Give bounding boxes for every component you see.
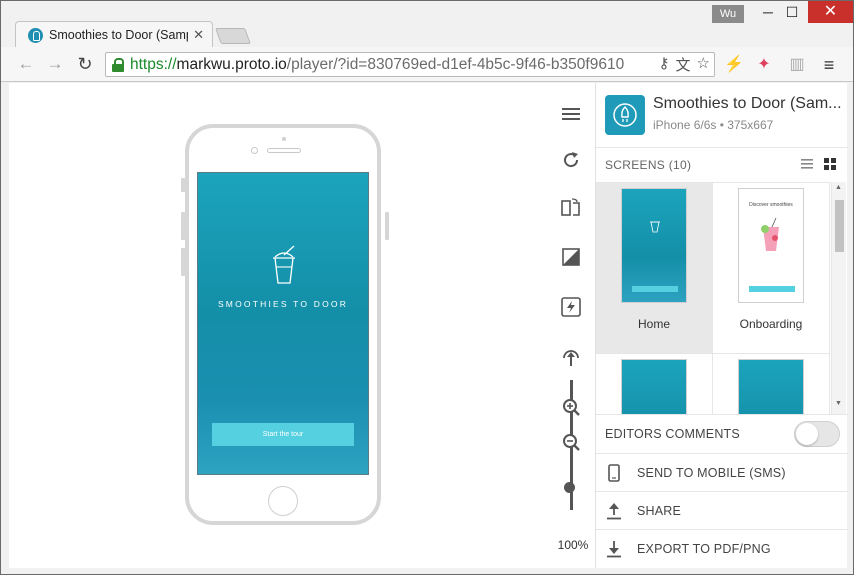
toggle-knob	[796, 423, 818, 445]
phone-mute-switch	[181, 178, 185, 192]
bookmark-star-icon[interactable]: ☆	[697, 54, 710, 75]
phone-screen[interactable]: SMOOTHIES TO DOOR Start the tour	[197, 172, 369, 475]
export-button[interactable]: EXPORT TO PDF/PNG	[596, 529, 848, 567]
screen-card-onboarding[interactable]: Discover smoothies Onboarding	[713, 183, 830, 354]
tab-title: Smoothies to Door (Samp	[49, 28, 189, 42]
phone-home-button[interactable]	[268, 486, 298, 516]
url-path: /player/?id=830769ed-d1ef-4b5c-9f46-b350…	[286, 55, 625, 73]
lock-icon	[112, 57, 124, 72]
project-panel: Smoothies to Door (Sam... iPhone 6/6s • …	[595, 83, 848, 568]
rotate-device-icon[interactable]	[557, 193, 585, 221]
omnibox-icons: ⚷ 文 ☆	[659, 54, 710, 75]
mobile-phone-icon	[605, 463, 623, 482]
screens-count-label: SCREENS (10)	[605, 158, 692, 172]
new-tab-button[interactable]	[215, 28, 251, 44]
screen-thumbnail: Discover smoothies	[738, 188, 804, 303]
scrollbar-thumb[interactable]	[835, 200, 844, 252]
browser-menu-icon[interactable]: ≡	[819, 55, 839, 75]
grid-view-icon[interactable]	[824, 158, 836, 170]
project-title: Smoothies to Door (Sam...	[653, 95, 842, 112]
app-brand-name: SMOOTHIES TO DOOR	[217, 299, 349, 309]
screen-thumbnail	[621, 359, 687, 414]
tab-strip: Smoothies to Door (Samp ✕ Wu ─ ☐ ✕	[1, 1, 853, 48]
phone-speaker	[267, 148, 301, 153]
tab-close-icon[interactable]: ✕	[193, 27, 204, 43]
iphone-frame: SMOOTHIES TO DOOR Start the tour	[181, 124, 389, 525]
phone-volume-up	[181, 212, 185, 240]
device-info: iPhone 6/6s • 375x667	[653, 118, 774, 132]
back-button[interactable]: ←	[15, 53, 37, 75]
preview-area: SMOOTHIES TO DOOR Start the tour	[9, 83, 595, 568]
rocket-logo-icon	[605, 95, 645, 135]
screen-thumbnail	[621, 188, 687, 303]
send-to-mobile-button[interactable]: SEND TO MOBILE (SMS)	[596, 453, 848, 491]
project-header: Smoothies to Door (Sam... iPhone 6/6s • …	[596, 83, 848, 148]
scroll-down-arrow-icon[interactable]: ▼	[835, 400, 842, 407]
browser-tab[interactable]: Smoothies to Door (Samp ✕	[15, 21, 213, 48]
screen-thumbnail	[738, 359, 804, 414]
zoom-slider-handle[interactable]	[564, 482, 575, 493]
screens-scrollbar[interactable]: ▲ ▼	[831, 182, 846, 414]
close-window-button[interactable]: ✕	[808, 1, 853, 23]
thumb-caption: Discover smoothies	[749, 202, 793, 208]
browser-toolbar: ← → ↻ https://markwu.proto.io/player/?id…	[1, 47, 853, 82]
zoom-in-icon[interactable]	[557, 393, 585, 421]
editors-comments-row: EDITORS COMMENTS	[596, 414, 848, 452]
export-label: EXPORT TO PDF/PNG	[637, 541, 771, 556]
screen-card-home[interactable]: Home	[596, 183, 713, 354]
phone-front-camera	[251, 147, 258, 154]
maximize-button[interactable]: ☐	[777, 1, 807, 23]
browser-window: Smoothies to Door (Samp ✕ Wu ─ ☐ ✕ ← → ↻…	[0, 0, 854, 575]
extension-pinwheel-icon[interactable]: ✦	[754, 55, 774, 75]
phone-power-button	[385, 212, 389, 240]
upload-touch-icon[interactable]	[557, 343, 585, 371]
share-label: SHARE	[637, 503, 682, 518]
url-scheme: https://	[130, 55, 177, 73]
download-icon	[605, 540, 623, 558]
upload-icon	[605, 502, 623, 520]
phone-top-sensor	[282, 137, 286, 141]
page-content: SMOOTHIES TO DOOR Start the tour 100% Sm…	[9, 83, 848, 568]
screen-label: Home	[637, 317, 670, 331]
protoio-favicon-icon	[28, 27, 43, 43]
menu-icon[interactable]	[557, 100, 585, 128]
address-bar[interactable]: https://markwu.proto.io/player/?id=83076…	[105, 52, 715, 77]
hotspot-flash-icon[interactable]	[557, 293, 585, 321]
player-toolbar: 100%	[549, 83, 595, 568]
start-tour-button[interactable]: Start the tour	[212, 423, 354, 446]
share-button[interactable]: SHARE	[596, 491, 848, 529]
editors-comments-label: EDITORS COMMENTS	[605, 426, 740, 441]
url-text[interactable]: https://markwu.proto.io/player/?id=83076…	[130, 56, 655, 74]
forward-button[interactable]: →	[44, 53, 66, 75]
restart-icon[interactable]	[557, 146, 585, 174]
translate-icon[interactable]: 文	[676, 54, 691, 75]
contrast-icon[interactable]	[557, 243, 585, 271]
extension-bolt-icon[interactable]: ⚡	[724, 55, 744, 75]
screen-card[interactable]	[713, 354, 830, 414]
reload-button[interactable]: ↻	[74, 53, 96, 75]
editors-comments-toggle[interactable]	[794, 421, 840, 447]
smoothie-cup-icon	[273, 245, 295, 284]
list-view-icon[interactable]	[801, 158, 813, 170]
extension-panel-icon[interactable]: ▥	[787, 55, 807, 75]
zoom-out-icon[interactable]	[557, 428, 585, 456]
screens-header: SCREENS (10)	[596, 148, 848, 182]
scroll-up-arrow-icon[interactable]: ▲	[835, 184, 842, 191]
screen-card[interactable]	[596, 354, 713, 414]
screen-label: Onboarding	[739, 317, 803, 331]
screens-grid: Home Discover smoothies Onboarding	[596, 182, 830, 414]
key-icon[interactable]: ⚷	[659, 54, 670, 75]
profile-badge[interactable]: Wu	[712, 5, 744, 23]
url-host: markwu.proto.io	[176, 55, 287, 73]
zoom-level: 100%	[557, 538, 589, 552]
send-to-mobile-label: SEND TO MOBILE (SMS)	[637, 465, 786, 480]
phone-volume-down	[181, 248, 185, 276]
